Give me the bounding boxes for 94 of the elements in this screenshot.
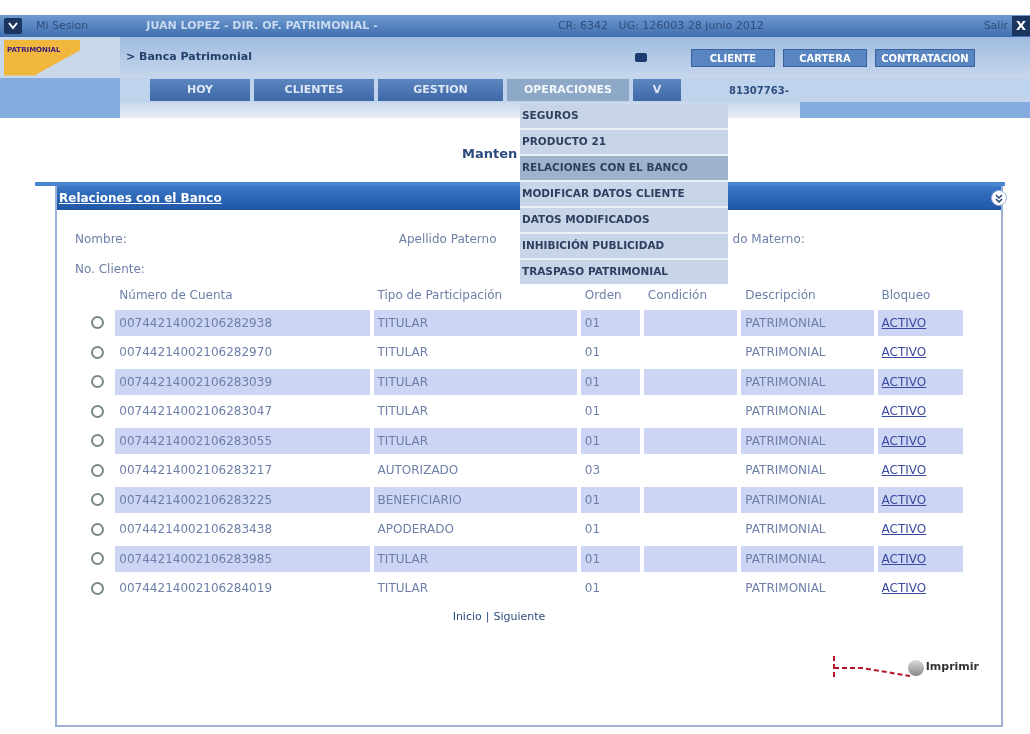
field-label: Nombre: — [75, 231, 127, 248]
table-cell: 01 — [584, 581, 601, 596]
table-cell: PATRIMONIAL — [745, 492, 826, 507]
print-button[interactable]: Imprimir — [907, 659, 979, 676]
header-button[interactable]: CARTERA — [782, 49, 867, 67]
session-info: CR: 6342 UG: 126003 28 junio 2012 — [557, 17, 764, 34]
table-cell: PATRIMONIAL — [745, 433, 826, 448]
column-header: Condición — [647, 288, 707, 302]
table-cell: TITULAR — [377, 551, 428, 566]
menu-item[interactable]: MODIFICAR DATOS CLIENTE — [520, 182, 728, 206]
close-button[interactable]: X — [1012, 16, 1030, 36]
radio-button[interactable] — [91, 552, 104, 566]
first-link[interactable]: Inicio — [452, 609, 482, 626]
table-cell: PATRIMONIAL — [745, 404, 826, 419]
table-cell: 01 — [584, 374, 601, 389]
table-cell: 00744214002106283055 — [119, 433, 273, 448]
radio-button[interactable] — [91, 375, 104, 389]
table-cell: 03 — [584, 463, 601, 478]
table-cell: BENEFICIARIO — [377, 492, 462, 507]
panel-title: Relaciones con el Banco — [59, 190, 222, 207]
table-cell: 01 — [584, 551, 601, 566]
table-cell: APODERADO — [377, 522, 454, 537]
radio-button[interactable] — [91, 434, 104, 448]
field-label: do Materno: — [732, 231, 805, 248]
menu-item[interactable]: RELACIONES CON EL BANCO — [520, 156, 728, 180]
nav-tab[interactable]: V — [633, 79, 681, 101]
table-cell: PATRIMONIAL — [745, 522, 826, 537]
table-cell: 00744214002106283047 — [119, 404, 273, 419]
status-link[interactable]: ACTIVO — [881, 404, 927, 419]
table-cell: TITULAR — [377, 581, 428, 596]
status-link[interactable]: ACTIVO — [881, 581, 927, 596]
menu-item[interactable]: SEGUROS — [520, 104, 728, 128]
table-cell: PATRIMONIAL — [745, 345, 826, 360]
table-cell: 01 — [584, 345, 601, 360]
table-cell: 00744214002106283217 — [119, 463, 273, 478]
table-cell: PATRIMONIAL — [745, 551, 826, 566]
status-link[interactable]: ACTIVO — [881, 345, 927, 360]
client-number: 81307763- — [729, 83, 789, 98]
table-cell: 00744214002106282938 — [119, 315, 273, 330]
field-label: No. Cliente: — [75, 262, 145, 276]
nav-tab[interactable]: CLIENTES — [254, 79, 374, 101]
menu-item[interactable]: TRASPASO PATRIMONIAL — [520, 260, 728, 284]
table-cell: 00744214002106283438 — [119, 522, 273, 537]
radio-button[interactable] — [91, 493, 104, 507]
radio-button[interactable] — [91, 404, 104, 418]
table-cell: 00744214002106283985 — [119, 551, 273, 566]
page-title: Manten — [462, 145, 518, 163]
nav-tab[interactable]: GESTION — [378, 79, 503, 101]
table-cell: 01 — [584, 404, 601, 419]
radio-button[interactable] — [91, 345, 104, 359]
table-cell: PATRIMONIAL — [745, 463, 826, 478]
table-cell: 00744214002106283225 — [119, 492, 273, 507]
mail-icon[interactable] — [634, 53, 647, 62]
menu-item[interactable]: INHIBICIÓN PUBLICIDAD — [520, 234, 728, 258]
header-button[interactable]: CLIENTE — [690, 49, 775, 67]
table-cell: TITULAR — [377, 374, 428, 389]
menu-icon[interactable] — [4, 18, 22, 34]
column-header: Descripción — [745, 288, 816, 302]
table-cell: 01 — [584, 433, 601, 448]
field-label: Apellido Paterno — [398, 231, 497, 248]
table-cell: PATRIMONIAL — [745, 374, 826, 389]
table-cell: TITULAR — [377, 433, 428, 448]
table-cell: TITULAR — [377, 345, 428, 360]
menu-item[interactable]: DATOS MODIFICADOS — [520, 208, 728, 232]
column-header: Orden — [584, 288, 622, 302]
table-cell: TITULAR — [377, 315, 428, 330]
status-link[interactable]: ACTIVO — [881, 463, 927, 478]
menu-item[interactable]: PRODUCTO 21 — [520, 130, 728, 154]
table-cell: 01 — [584, 492, 601, 507]
table-cell: PATRIMONIAL — [745, 581, 826, 596]
table-cell: 00744214002106283039 — [119, 374, 273, 389]
column-header: Tipo de Participación — [377, 288, 503, 302]
nav-tab[interactable]: HOY — [150, 79, 250, 101]
column-header: Bloqueo — [881, 288, 931, 302]
table-cell: 01 — [584, 315, 601, 330]
breadcrumb[interactable]: > Banca Patrimonial — [126, 49, 252, 66]
table-cell: 00744214002106282970 — [119, 345, 273, 360]
radio-button[interactable] — [91, 463, 104, 477]
print-icon — [907, 659, 924, 676]
table-cell: AUTORIZADO — [377, 463, 459, 478]
radio-button[interactable] — [91, 522, 104, 536]
user-name: JUAN LOPEZ - DIR. OF. PATRIMONIAL - — [146, 17, 378, 34]
next-link[interactable]: Siguiente — [493, 609, 546, 626]
table-cell: 01 — [584, 522, 601, 537]
collapse-icon[interactable] — [991, 190, 1007, 206]
column-header: Número de Cuenta — [119, 288, 233, 302]
table-cell: TITULAR — [377, 404, 428, 419]
radio-button[interactable] — [91, 581, 104, 595]
table-cell: 00744214002106284019 — [119, 581, 273, 596]
header-button[interactable]: CONTRATACION — [874, 49, 975, 67]
status-link[interactable]: ACTIVO — [881, 522, 927, 537]
separator: | — [485, 609, 490, 625]
radio-button[interactable] — [91, 316, 104, 330]
table-cell: PATRIMONIAL — [745, 315, 826, 330]
